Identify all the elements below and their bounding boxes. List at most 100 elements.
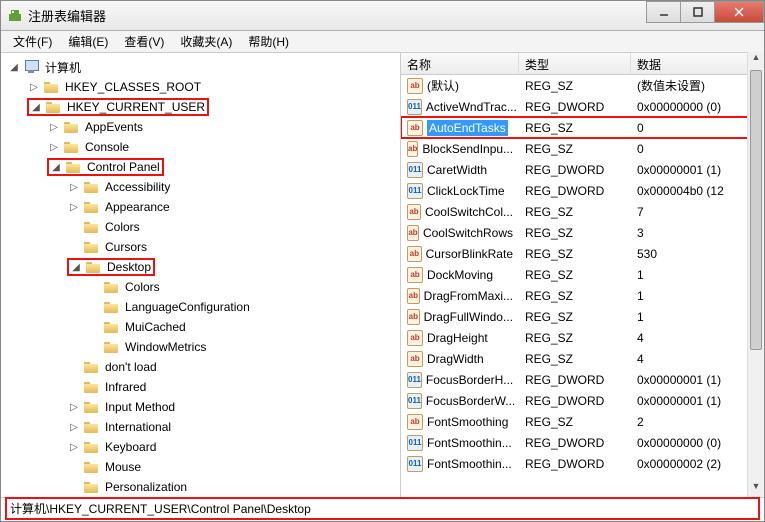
tree-dontload[interactable]: don't load	[103, 360, 159, 374]
tree-muicached[interactable]: MuiCached	[123, 320, 188, 334]
value-row[interactable]: abCoolSwitchCol...REG_SZ7	[401, 201, 764, 222]
tree-hkcr[interactable]: HKEY_CLASSES_ROOT	[63, 80, 203, 94]
expand-icon[interactable]: ▷	[67, 400, 81, 414]
tree-desktop-colors[interactable]: Colors	[123, 280, 162, 294]
folder-icon	[84, 180, 100, 194]
value-name: BlockSendInpu...	[422, 142, 513, 156]
tree-windowmetrics[interactable]: WindowMetrics	[123, 340, 208, 354]
value-row[interactable]: 011FocusBorderH...REG_DWORD0x00000001 (1…	[401, 369, 764, 390]
tree-langconfig[interactable]: LanguageConfiguration	[123, 300, 252, 314]
tree-hkcu[interactable]: HKEY_CURRENT_USER	[65, 100, 207, 114]
expand-icon[interactable]: ▷	[47, 120, 61, 134]
string-value-icon: ab	[407, 204, 421, 220]
collapse-icon[interactable]: ◢	[69, 260, 83, 274]
string-value-icon: ab	[407, 351, 423, 367]
value-row[interactable]: abAutoEndTasksREG_SZ0	[401, 117, 764, 138]
tree-infrared[interactable]: Infrared	[103, 380, 148, 394]
collapse-icon[interactable]: ◢	[29, 100, 43, 114]
maximize-button[interactable]	[680, 1, 715, 23]
value-row[interactable]: ab(默认)REG_SZ(数值未设置)	[401, 75, 764, 96]
scrollbar[interactable]: ▲ ▼	[747, 52, 764, 497]
col-type[interactable]: 类型	[519, 53, 631, 74]
tree-cursors[interactable]: Cursors	[103, 240, 149, 254]
value-row[interactable]: abCoolSwitchRowsREG_SZ3	[401, 222, 764, 243]
folder-icon	[46, 100, 62, 114]
value-row[interactable]: abFontSmoothingREG_SZ2	[401, 411, 764, 432]
value-name: CoolSwitchRows	[423, 226, 513, 240]
value-name: FocusBorderW...	[426, 394, 515, 408]
tree-appearance[interactable]: Appearance	[103, 200, 172, 214]
value-type: REG_SZ	[519, 247, 631, 261]
expand-icon[interactable]: ▷	[67, 420, 81, 434]
menu-file[interactable]: 文件(F)	[5, 31, 60, 52]
value-row[interactable]: abDragFromMaxi...REG_SZ1	[401, 285, 764, 306]
tree-colors[interactable]: Colors	[103, 220, 142, 234]
collapse-icon[interactable]: ◢	[7, 60, 21, 74]
tree-appevents[interactable]: AppEvents	[83, 120, 145, 134]
string-value-icon: ab	[407, 330, 423, 346]
value-name: DragFullWindo...	[424, 310, 513, 324]
minimize-button[interactable]	[646, 1, 681, 23]
tree-desktop[interactable]: Desktop	[105, 260, 153, 274]
value-row[interactable]: 011ActiveWndTrac...REG_DWORD0x00000000 (…	[401, 96, 764, 117]
value-row[interactable]: 011FontSmoothin...REG_DWORD0x00000002 (2…	[401, 453, 764, 474]
value-data: 0x00000001 (1)	[631, 163, 764, 177]
value-type: REG_DWORD	[519, 436, 631, 450]
value-row[interactable]: abBlockSendInpu...REG_SZ0	[401, 138, 764, 159]
binary-value-icon: 011	[407, 99, 422, 115]
expand-icon[interactable]: ▷	[47, 140, 61, 154]
folder-icon	[104, 320, 120, 334]
tree-mouse[interactable]: Mouse	[103, 460, 143, 474]
folder-icon	[104, 300, 120, 314]
tree-international[interactable]: International	[103, 420, 173, 434]
tree-controlpanel[interactable]: Control Panel	[85, 160, 162, 174]
value-type: REG_DWORD	[519, 163, 631, 177]
value-type: REG_SZ	[519, 415, 631, 429]
value-type: REG_DWORD	[519, 457, 631, 471]
value-row[interactable]: 011FontSmoothin...REG_DWORD0x00000000 (0…	[401, 432, 764, 453]
values-list[interactable]: 名称 类型 数据 ab(默认)REG_SZ(数值未设置) 011 ActiveWnd…	[401, 53, 764, 497]
menu-view[interactable]: 查看(V)	[116, 31, 172, 52]
value-row[interactable]: abDragHeightREG_SZ4	[401, 327, 764, 348]
scroll-thumb[interactable]	[750, 70, 762, 350]
tree-console[interactable]: Console	[83, 140, 131, 154]
value-row[interactable]: abDockMovingREG_SZ1	[401, 264, 764, 285]
value-row[interactable]: 011CaretWidthREG_DWORD0x00000001 (1)	[401, 159, 764, 180]
value-name: FontSmoothing	[427, 415, 508, 429]
col-name[interactable]: 名称	[401, 53, 519, 74]
tree-panel[interactable]: ◢ 计算机 ▷ HKEY_CLASSES_ROOT ◢ HKEY_CURRENT…	[1, 53, 401, 497]
tree-personalization[interactable]: Personalization	[103, 480, 189, 494]
col-data[interactable]: 数据	[631, 53, 764, 74]
tree-inputmethod[interactable]: Input Method	[103, 400, 177, 414]
tree-keyboard[interactable]: Keyboard	[103, 440, 158, 454]
expand-icon[interactable]: ▷	[27, 80, 41, 94]
folder-icon	[104, 280, 120, 294]
string-value-icon: ab	[407, 225, 419, 241]
value-name: DockMoving	[427, 268, 493, 282]
folder-icon	[84, 480, 100, 494]
menu-help[interactable]: 帮助(H)	[240, 31, 297, 52]
tree-root[interactable]: 计算机	[43, 59, 83, 76]
scroll-down-icon[interactable]: ▼	[748, 481, 764, 497]
folder-icon	[84, 380, 100, 394]
menu-edit[interactable]: 编辑(E)	[60, 31, 116, 52]
folder-icon	[84, 440, 100, 454]
value-row[interactable]: 011FocusBorderW...REG_DWORD0x00000001 (1…	[401, 390, 764, 411]
tree-accessibility[interactable]: Accessibility	[103, 180, 172, 194]
binary-value-icon: 011	[407, 456, 423, 472]
binary-value-icon: 011	[407, 372, 422, 388]
value-name: FontSmoothin...	[427, 436, 512, 450]
value-row[interactable]: abCursorBlinkRateREG_SZ530	[401, 243, 764, 264]
expand-icon[interactable]: ▷	[67, 180, 81, 194]
scroll-up-icon[interactable]: ▲	[748, 52, 764, 68]
value-row[interactable]: 011ClickLockTimeREG_DWORD0x000004b0 (12	[401, 180, 764, 201]
value-row[interactable]: abDragWidthREG_SZ4	[401, 348, 764, 369]
expand-icon[interactable]: ▷	[67, 200, 81, 214]
menu-favorites[interactable]: 收藏夹(A)	[172, 31, 240, 52]
expand-icon[interactable]: ▷	[67, 440, 81, 454]
binary-value-icon: 011	[407, 183, 423, 199]
close-button[interactable]	[714, 1, 764, 23]
value-name: ActiveWndTrac...	[426, 100, 517, 114]
value-row[interactable]: abDragFullWindo...REG_SZ1	[401, 306, 764, 327]
collapse-icon[interactable]: ◢	[49, 160, 63, 174]
